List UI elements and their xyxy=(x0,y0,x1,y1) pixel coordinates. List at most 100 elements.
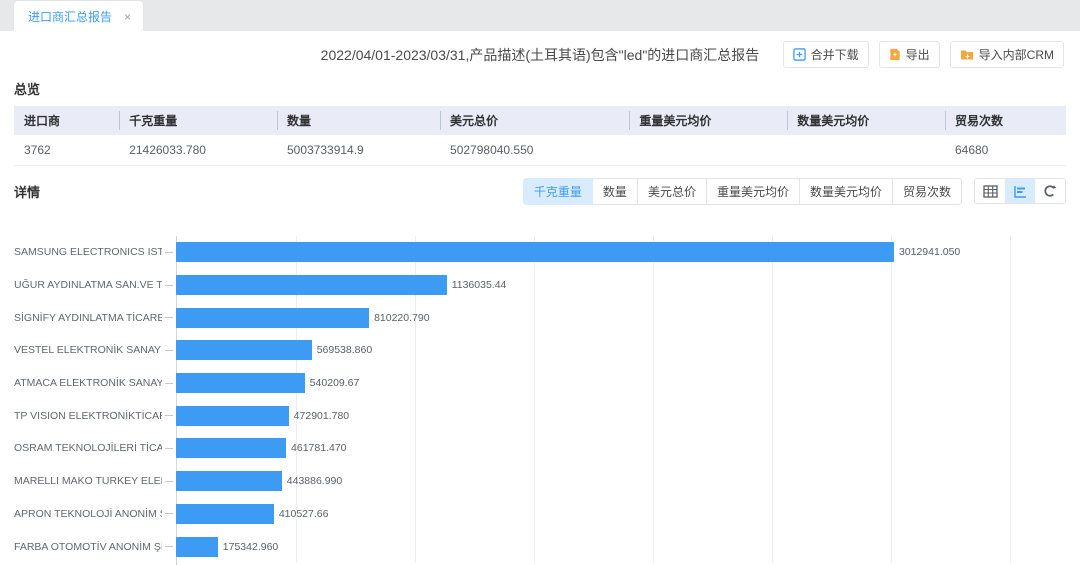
bar-track: 1136035.44 xyxy=(176,269,1010,302)
category-tick-mark xyxy=(165,448,173,449)
import-crm-icon xyxy=(960,49,974,61)
bar-value-label: 810220.790 xyxy=(374,312,429,324)
tab-import-summary-report[interactable]: 进口商汇总报告 × xyxy=(14,1,143,31)
data-bar[interactable] xyxy=(176,373,305,393)
bar-track: 540209.67 xyxy=(176,367,1010,400)
import-crm-button[interactable]: 导入内部CRM xyxy=(950,41,1064,68)
bar-value-label: 443886.990 xyxy=(287,475,342,487)
detail-section-label: 详情 xyxy=(14,182,40,201)
bar-track: 410527.66 xyxy=(176,498,1010,531)
merge-download-button[interactable]: 合并下载 xyxy=(783,41,869,68)
title-row: 2022/04/01-2023/03/31,产品描述(土耳其语)包含"led"的… xyxy=(14,31,1066,77)
kg-weight-bar-chart: SAMSUNG ELECTRONICS ISTANBUL P... 3012941… xyxy=(14,236,1066,565)
category-label: SAMSUNG ELECTRONICS ISTANBUL P... xyxy=(14,246,162,258)
overview-column-header: 贸易次数 xyxy=(945,106,1066,135)
data-bar[interactable] xyxy=(176,504,274,524)
metric-tab-贸易次数[interactable]: 贸易次数 xyxy=(892,178,962,205)
bar-value-label: 540209.67 xyxy=(310,377,360,389)
bar-value-label: 472901.780 xyxy=(294,410,349,422)
data-bar[interactable] xyxy=(176,340,312,360)
detail-controls: 千克重量数量美元总价重量美元均价数量美元均价贸易次数 xyxy=(523,178,1066,205)
view-toggle-group xyxy=(974,178,1066,204)
chart-row: FARBA OTOMOTİV ANONİM ŞİRKETİ 175342.960 xyxy=(14,530,1066,563)
tab-bar: 进口商汇总报告 × xyxy=(0,0,1080,31)
metric-toggle-group: 千克重量数量美元总价重量美元均价数量美元均价贸易次数 xyxy=(523,178,962,205)
bar-value-label: 461781.470 xyxy=(291,442,346,454)
category-tick-mark xyxy=(165,317,173,318)
overview-column-header: 数量 xyxy=(277,106,440,135)
category-label: APRON TEKNOLOJİ ANONİM ŞİRKETİ xyxy=(14,508,162,520)
metric-tab-美元总价[interactable]: 美元总价 xyxy=(637,178,707,205)
overview-table-header-row: 进口商千克重量数量美元总价重量美元均价数量美元均价贸易次数 xyxy=(14,106,1066,135)
chart-row: OSRAM TEKNOLOJİLERİ TİCARET AN... 461781.… xyxy=(14,432,1066,465)
category-label: FARBA OTOMOTİV ANONİM ŞİRKETİ xyxy=(14,541,162,553)
chart-row: APRON TEKNOLOJİ ANONİM ŞİRKETİ 410527.66 xyxy=(14,498,1066,531)
table-view-icon[interactable] xyxy=(975,179,1005,203)
import-crm-label: 导入内部CRM xyxy=(979,46,1054,63)
overview-cell: 21426033.780 xyxy=(119,135,277,166)
metric-tab-千克重量[interactable]: 千克重量 xyxy=(523,178,593,205)
overview-cell xyxy=(787,135,945,166)
category-label: VESTEL ELEKTRONİK SANAYİ VE Tİ... xyxy=(14,344,162,356)
category-tick-mark xyxy=(165,285,173,286)
chart-row: VESTEL ELEKTRONİK SANAYİ VE Tİ... 569538.… xyxy=(14,334,1066,367)
overview-column-header: 重量美元均价 xyxy=(629,106,787,135)
data-bar[interactable] xyxy=(176,537,218,557)
bar-chart-view-icon[interactable] xyxy=(1005,179,1035,203)
bar-value-label: 410527.66 xyxy=(279,508,329,520)
category-tick-mark xyxy=(165,546,173,547)
chart-rows: SAMSUNG ELECTRONICS ISTANBUL P... 3012941… xyxy=(14,236,1066,563)
data-bar[interactable] xyxy=(176,275,447,295)
tab-close-icon[interactable]: × xyxy=(124,11,131,23)
metric-tab-数量美元均价[interactable]: 数量美元均价 xyxy=(799,178,893,205)
report-page: 进口商汇总报告 × 2022/04/01-2023/03/31,产品描述(土耳其… xyxy=(0,0,1080,565)
overview-cell: 64680 xyxy=(945,135,1066,166)
bar-track: 461781.470 xyxy=(176,432,1010,465)
overview-column-header: 千克重量 xyxy=(119,106,277,135)
export-button[interactable]: 导出 xyxy=(879,41,940,68)
bar-value-label: 1136035.44 xyxy=(452,279,507,291)
category-label: TP VISION ELEKTRONİKTİCARET AN... xyxy=(14,410,162,422)
export-icon xyxy=(889,48,901,61)
category-tick-mark xyxy=(165,415,173,416)
category-label: OSRAM TEKNOLOJİLERİ TİCARET AN... xyxy=(14,442,162,454)
merge-download-icon xyxy=(793,48,806,61)
tab-label: 进口商汇总报告 xyxy=(28,8,112,25)
refresh-icon[interactable] xyxy=(1035,179,1065,203)
overview-table-data-row: 376221426033.7805003733914.9502798040.55… xyxy=(14,135,1066,166)
chart-row: MARELLI MAKO TURKEY ELEKTRİK S... 443886.… xyxy=(14,465,1066,498)
bar-track: 3012941.050 xyxy=(176,236,1010,269)
category-tick-mark xyxy=(165,383,173,384)
category-tick-mark xyxy=(165,513,173,514)
export-label: 导出 xyxy=(906,46,930,63)
category-tick-mark xyxy=(165,350,173,351)
bar-value-label: 175342.960 xyxy=(223,541,278,553)
bar-track: 472901.780 xyxy=(176,399,1010,432)
overview-section-label: 总览 xyxy=(14,79,1066,98)
overview-cell: 3762 xyxy=(14,135,119,166)
overview-table: 进口商千克重量数量美元总价重量美元均价数量美元均价贸易次数 3762214260… xyxy=(14,106,1066,166)
chart-row: SAMSUNG ELECTRONICS ISTANBUL P... 3012941… xyxy=(14,236,1066,269)
data-bar[interactable] xyxy=(176,242,894,262)
category-tick-mark xyxy=(165,481,173,482)
category-label: SİGNİFY AYDINLATMA TİCARET ANO... xyxy=(14,312,162,324)
data-bar[interactable] xyxy=(176,438,286,458)
chart-row: SİGNİFY AYDINLATMA TİCARET ANO... 810220.… xyxy=(14,301,1066,334)
bar-track: 443886.990 xyxy=(176,465,1010,498)
metric-tab-数量[interactable]: 数量 xyxy=(592,178,638,205)
data-bar[interactable] xyxy=(176,406,289,426)
data-bar[interactable] xyxy=(176,308,369,328)
category-label: UĞUR AYDINLATMA SAN.VE TİC.LTD... xyxy=(14,279,162,291)
header-buttons: 合并下载 导出 导入内部CRM xyxy=(783,41,1064,68)
bar-track: 810220.790 xyxy=(176,301,1010,334)
metric-tab-重量美元均价[interactable]: 重量美元均价 xyxy=(706,178,800,205)
category-label: MARELLI MAKO TURKEY ELEKTRİK S... xyxy=(14,475,162,487)
overview-cell xyxy=(629,135,787,166)
overview-cell: 502798040.550 xyxy=(440,135,629,166)
bar-value-label: 569538.860 xyxy=(317,344,372,356)
report-content: 2022/04/01-2023/03/31,产品描述(土耳其语)包含"led"的… xyxy=(0,31,1080,565)
overview-column-header: 数量美元均价 xyxy=(787,106,945,135)
overview-cell: 5003733914.9 xyxy=(277,135,440,166)
data-bar[interactable] xyxy=(176,471,282,491)
chart-row: ATMACA ELEKTRONİK SANAYİ VE Tİ...540209.… xyxy=(14,367,1066,400)
